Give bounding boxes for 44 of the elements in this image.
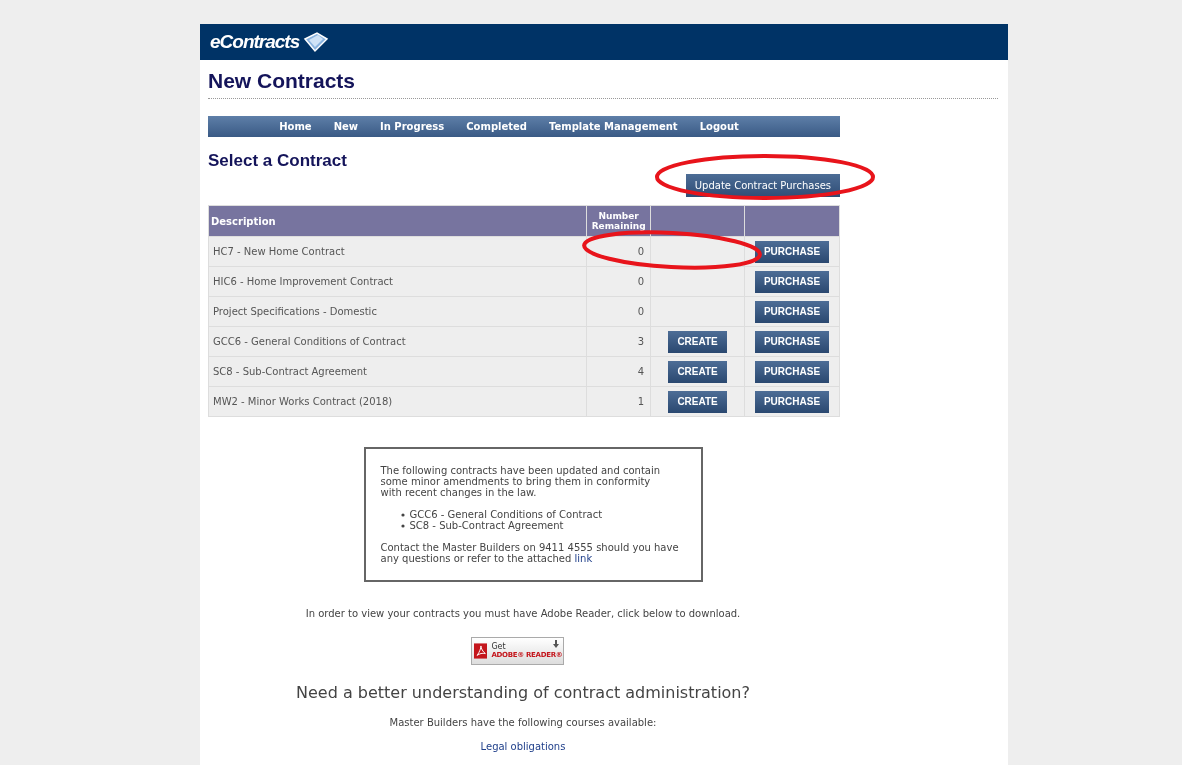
link[interactable]: link (574, 553, 593, 564)
table-cell: 0 (637, 306, 645, 317)
notice-item: SC8 - Sub-Contract Agreement (400, 520, 686, 531)
purchase-button[interactable]: PURCHASE (754, 300, 830, 323)
purchase-button[interactable]: PURCHASE (754, 390, 830, 413)
table-cell: GCC6 - General Conditions of Contract (213, 336, 406, 347)
create-button[interactable]: CREATE (668, 360, 727, 383)
courses-subtitle: Master Builders have the following courses available: (389, 717, 657, 728)
purchase-button[interactable]: PURCHASE (754, 240, 830, 263)
page-title: New Contracts (208, 68, 357, 94)
section-title: Select a Contract (208, 151, 348, 171)
table-cell: 0 (637, 246, 645, 257)
table-cell: 0 (637, 276, 645, 287)
course-link[interactable]: Legal obligations (480, 739, 566, 754)
notice-text: The following contracts have been updated and contain some minor amendments to bring them in conformity with recent changes in the law. (380, 465, 662, 498)
nav-link[interactable]: New (333, 119, 358, 134)
badge-text: Get (491, 642, 506, 651)
table-cell: Project Specifications - Domestic (213, 306, 377, 317)
notice-item: GCC6 - General Conditions of Contract (400, 509, 686, 520)
table-cell: 1 (637, 396, 645, 407)
create-button[interactable]: CREATE (668, 330, 727, 353)
book-icon (303, 31, 330, 53)
table-cell: MW2 - Minor Works Contract (2018) (213, 396, 393, 407)
column-header: Number Remaining (591, 211, 646, 231)
nav-link[interactable]: Logout (699, 119, 739, 134)
create-button[interactable]: CREATE (668, 390, 727, 413)
table-cell: SC8 - Sub-Contract Agreement (213, 366, 368, 377)
column-header: Description (211, 215, 276, 227)
nav-link[interactable]: In Progress (380, 119, 445, 134)
download-arrow-icon (552, 640, 559, 648)
nav-link[interactable]: Completed (466, 119, 527, 134)
purchase-button[interactable]: PURCHASE (754, 330, 830, 353)
table-cell: 4 (637, 366, 645, 377)
table-cell: HIC6 - Home Improvement Contract (213, 276, 393, 287)
purchase-button[interactable]: PURCHASE (754, 360, 830, 383)
table-cell: HC7 - New Home Contract (213, 246, 345, 257)
adobe-note: In order to view your contracts you must have Adobe Reader, click below to download. (305, 608, 741, 619)
contact-text: Contact the Master Builders on 9411 4555 should you have any questions or refer to the attached link (380, 542, 680, 564)
purchase-button[interactable]: PURCHASE (754, 270, 830, 293)
courses-heading: Need a better understanding of contract administration? (296, 683, 750, 702)
nav-link[interactable]: Home (279, 119, 312, 134)
nav-link[interactable]: Template Management (548, 119, 678, 134)
table-cell: 3 (637, 336, 645, 347)
logo[interactable]: eContracts (210, 27, 300, 57)
